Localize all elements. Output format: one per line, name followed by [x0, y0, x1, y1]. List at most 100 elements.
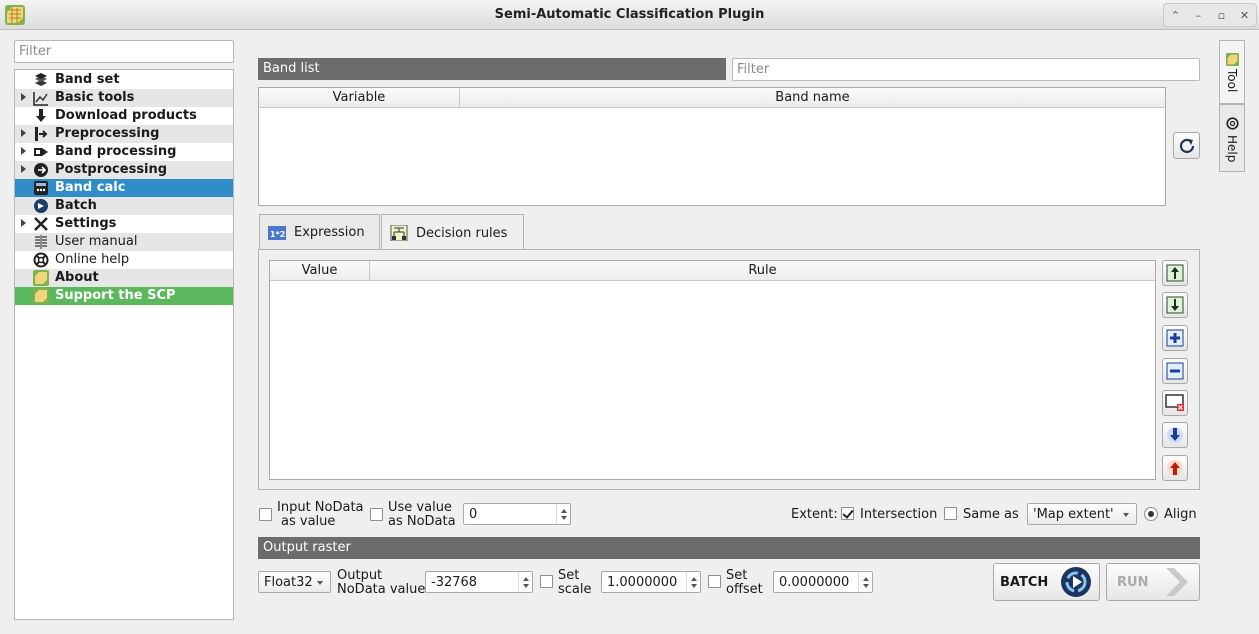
run-button[interactable]: RUN: [1106, 563, 1200, 601]
column-header-band-name[interactable]: Band name: [460, 88, 1165, 108]
band-list-table[interactable]: Variable Band name: [258, 87, 1166, 206]
batch-button[interactable]: BATCH: [993, 563, 1100, 601]
nodata-value-spinbox[interactable]: 0: [463, 503, 571, 525]
sidebar-item-batch[interactable]: Batch: [15, 197, 233, 215]
input-nodata-label: Input NoData as value: [277, 501, 364, 529]
scp-logo-icon: [1226, 53, 1239, 66]
maximize-icon[interactable]: ▫: [1213, 9, 1231, 22]
window-title: Semi-Automatic Classification Plugin: [494, 7, 765, 22]
sidebar-item-user-manual[interactable]: User manual: [15, 233, 233, 251]
spin-arrows[interactable]: [556, 504, 570, 524]
sidebar-item-preprocessing[interactable]: Preprocessing: [15, 125, 233, 143]
plus-icon: [1166, 329, 1184, 347]
band-processing-icon: [34, 148, 48, 156]
set-scale-checkbox[interactable]: [540, 575, 553, 588]
expand-arrow-icon[interactable]: [21, 93, 26, 101]
spin-arrows[interactable]: [858, 572, 872, 592]
sidebar-item-band-calc[interactable]: Band calc: [15, 179, 233, 197]
run-button-label: RUN: [1117, 574, 1149, 590]
window-controls: ⌃ – ▫ ✕: [1163, 3, 1257, 27]
scale-value: 1.0000000: [607, 575, 678, 590]
sidebar-item-label: Basic tools: [55, 90, 135, 105]
expand-arrow-icon[interactable]: [21, 165, 26, 173]
side-tab-tool[interactable]: Tool: [1219, 40, 1245, 104]
tab-decision-rules[interactable]: Decision rules: [381, 214, 524, 251]
scp-logo-icon: [33, 270, 49, 286]
set-offset-label-line1: Set: [726, 568, 748, 583]
refresh-icon: [1179, 138, 1194, 153]
use-value-label-line1: Use value: [388, 500, 452, 515]
set-scale-label-line2: scale: [558, 582, 592, 597]
sidebar-item-online-help[interactable]: Online help: [15, 251, 233, 269]
band-calc-icon: [34, 181, 48, 195]
use-value-nodata-checkbox[interactable]: [370, 508, 383, 521]
sidebar-item-download-products[interactable]: Download products: [15, 107, 233, 125]
spin-arrows[interactable]: [518, 572, 532, 592]
sidebar-item-label: About: [55, 270, 99, 285]
tab-expression[interactable]: 1*2 Expression: [259, 214, 380, 250]
side-tab-help[interactable]: Help: [1219, 104, 1245, 172]
output-nodata-spinbox[interactable]: -32768: [425, 571, 533, 593]
output-nodata-label-line1: Output: [337, 568, 383, 583]
sidebar-item-basic-tools[interactable]: Basic tools: [15, 89, 233, 107]
preprocessing-icon: [35, 127, 48, 141]
align-radio[interactable]: [1144, 507, 1158, 521]
remove-rule-button[interactable]: [1162, 358, 1188, 384]
tab-label: Expression: [294, 225, 365, 240]
keep-above-icon[interactable]: ⌃: [1167, 9, 1185, 22]
rules-table[interactable]: Value Rule: [269, 260, 1156, 480]
scale-spinbox[interactable]: 1.0000000: [601, 571, 701, 593]
output-raster-header: Output raster: [258, 537, 1200, 559]
sidebar-item-postprocessing[interactable]: Postprocessing: [15, 161, 233, 179]
sidebar-item-label: Batch: [55, 198, 97, 213]
input-nodata-checkbox[interactable]: [259, 508, 272, 521]
same-as-checkbox[interactable]: [944, 507, 957, 520]
expand-arrow-icon[interactable]: [21, 219, 26, 227]
offset-value: 0.0000000: [779, 575, 850, 590]
column-header-variable[interactable]: Variable: [259, 88, 460, 108]
sidebar-filter-input[interactable]: [14, 40, 234, 63]
expand-arrow-icon[interactable]: [21, 129, 26, 137]
sidebar-item-label: Band calc: [55, 180, 126, 195]
sidebar-item-settings[interactable]: Settings: [15, 215, 233, 233]
manual-icon: [35, 235, 47, 249]
column-header-rule[interactable]: Rule: [370, 261, 1155, 281]
intersection-checkbox[interactable]: [841, 507, 854, 520]
export-rules-button[interactable]: [1162, 455, 1188, 481]
add-rule-button[interactable]: [1162, 325, 1188, 351]
close-icon[interactable]: ✕: [1236, 9, 1254, 22]
minus-icon: [1166, 362, 1184, 380]
sidebar-item-band-set[interactable]: Band set: [15, 71, 233, 89]
column-header-value[interactable]: Value: [270, 261, 370, 281]
same-as-label: Same as: [963, 507, 1019, 522]
move-up-button[interactable]: [1162, 260, 1188, 286]
output-nodata-label-line2: NoData value: [337, 582, 426, 597]
postprocessing-icon: [34, 163, 48, 177]
arrow-up-icon: [1166, 264, 1184, 282]
import-rules-button[interactable]: [1162, 422, 1188, 448]
set-offset-checkbox[interactable]: [708, 575, 721, 588]
sidebar-item-band-processing[interactable]: Band processing: [15, 143, 233, 161]
import-icon: [1167, 427, 1183, 443]
set-scale-label-line1: Set: [558, 568, 580, 583]
move-down-button[interactable]: [1162, 292, 1188, 318]
spin-arrows[interactable]: [686, 572, 700, 592]
download-icon: [36, 109, 46, 122]
sidebar-item-support-the-scp[interactable]: Support the SCP: [15, 287, 233, 305]
refresh-button[interactable]: [1173, 132, 1200, 159]
extent-combo[interactable]: 'Map extent': [1027, 503, 1137, 525]
expand-arrow-icon[interactable]: [21, 147, 26, 155]
sidebar-item-about[interactable]: About: [15, 269, 233, 287]
decision-rules-icon: [390, 225, 408, 241]
side-tab-help-label: Help: [1225, 135, 1239, 163]
sidebar-item-label: Preprocessing: [55, 126, 160, 141]
input-nodata-label-line2: as value: [281, 514, 336, 529]
tool-tree: Band set Basic tools Download products P…: [14, 69, 234, 620]
chevron-down-icon: [1123, 513, 1129, 517]
offset-spinbox[interactable]: 0.0000000: [773, 571, 873, 593]
band-list-filter-input[interactable]: [732, 58, 1200, 81]
clear-rules-button[interactable]: [1162, 390, 1188, 416]
data-type-combo[interactable]: Float32: [258, 571, 331, 593]
minimize-icon[interactable]: –: [1190, 9, 1208, 22]
sidebar-item-label: Band set: [55, 72, 120, 87]
